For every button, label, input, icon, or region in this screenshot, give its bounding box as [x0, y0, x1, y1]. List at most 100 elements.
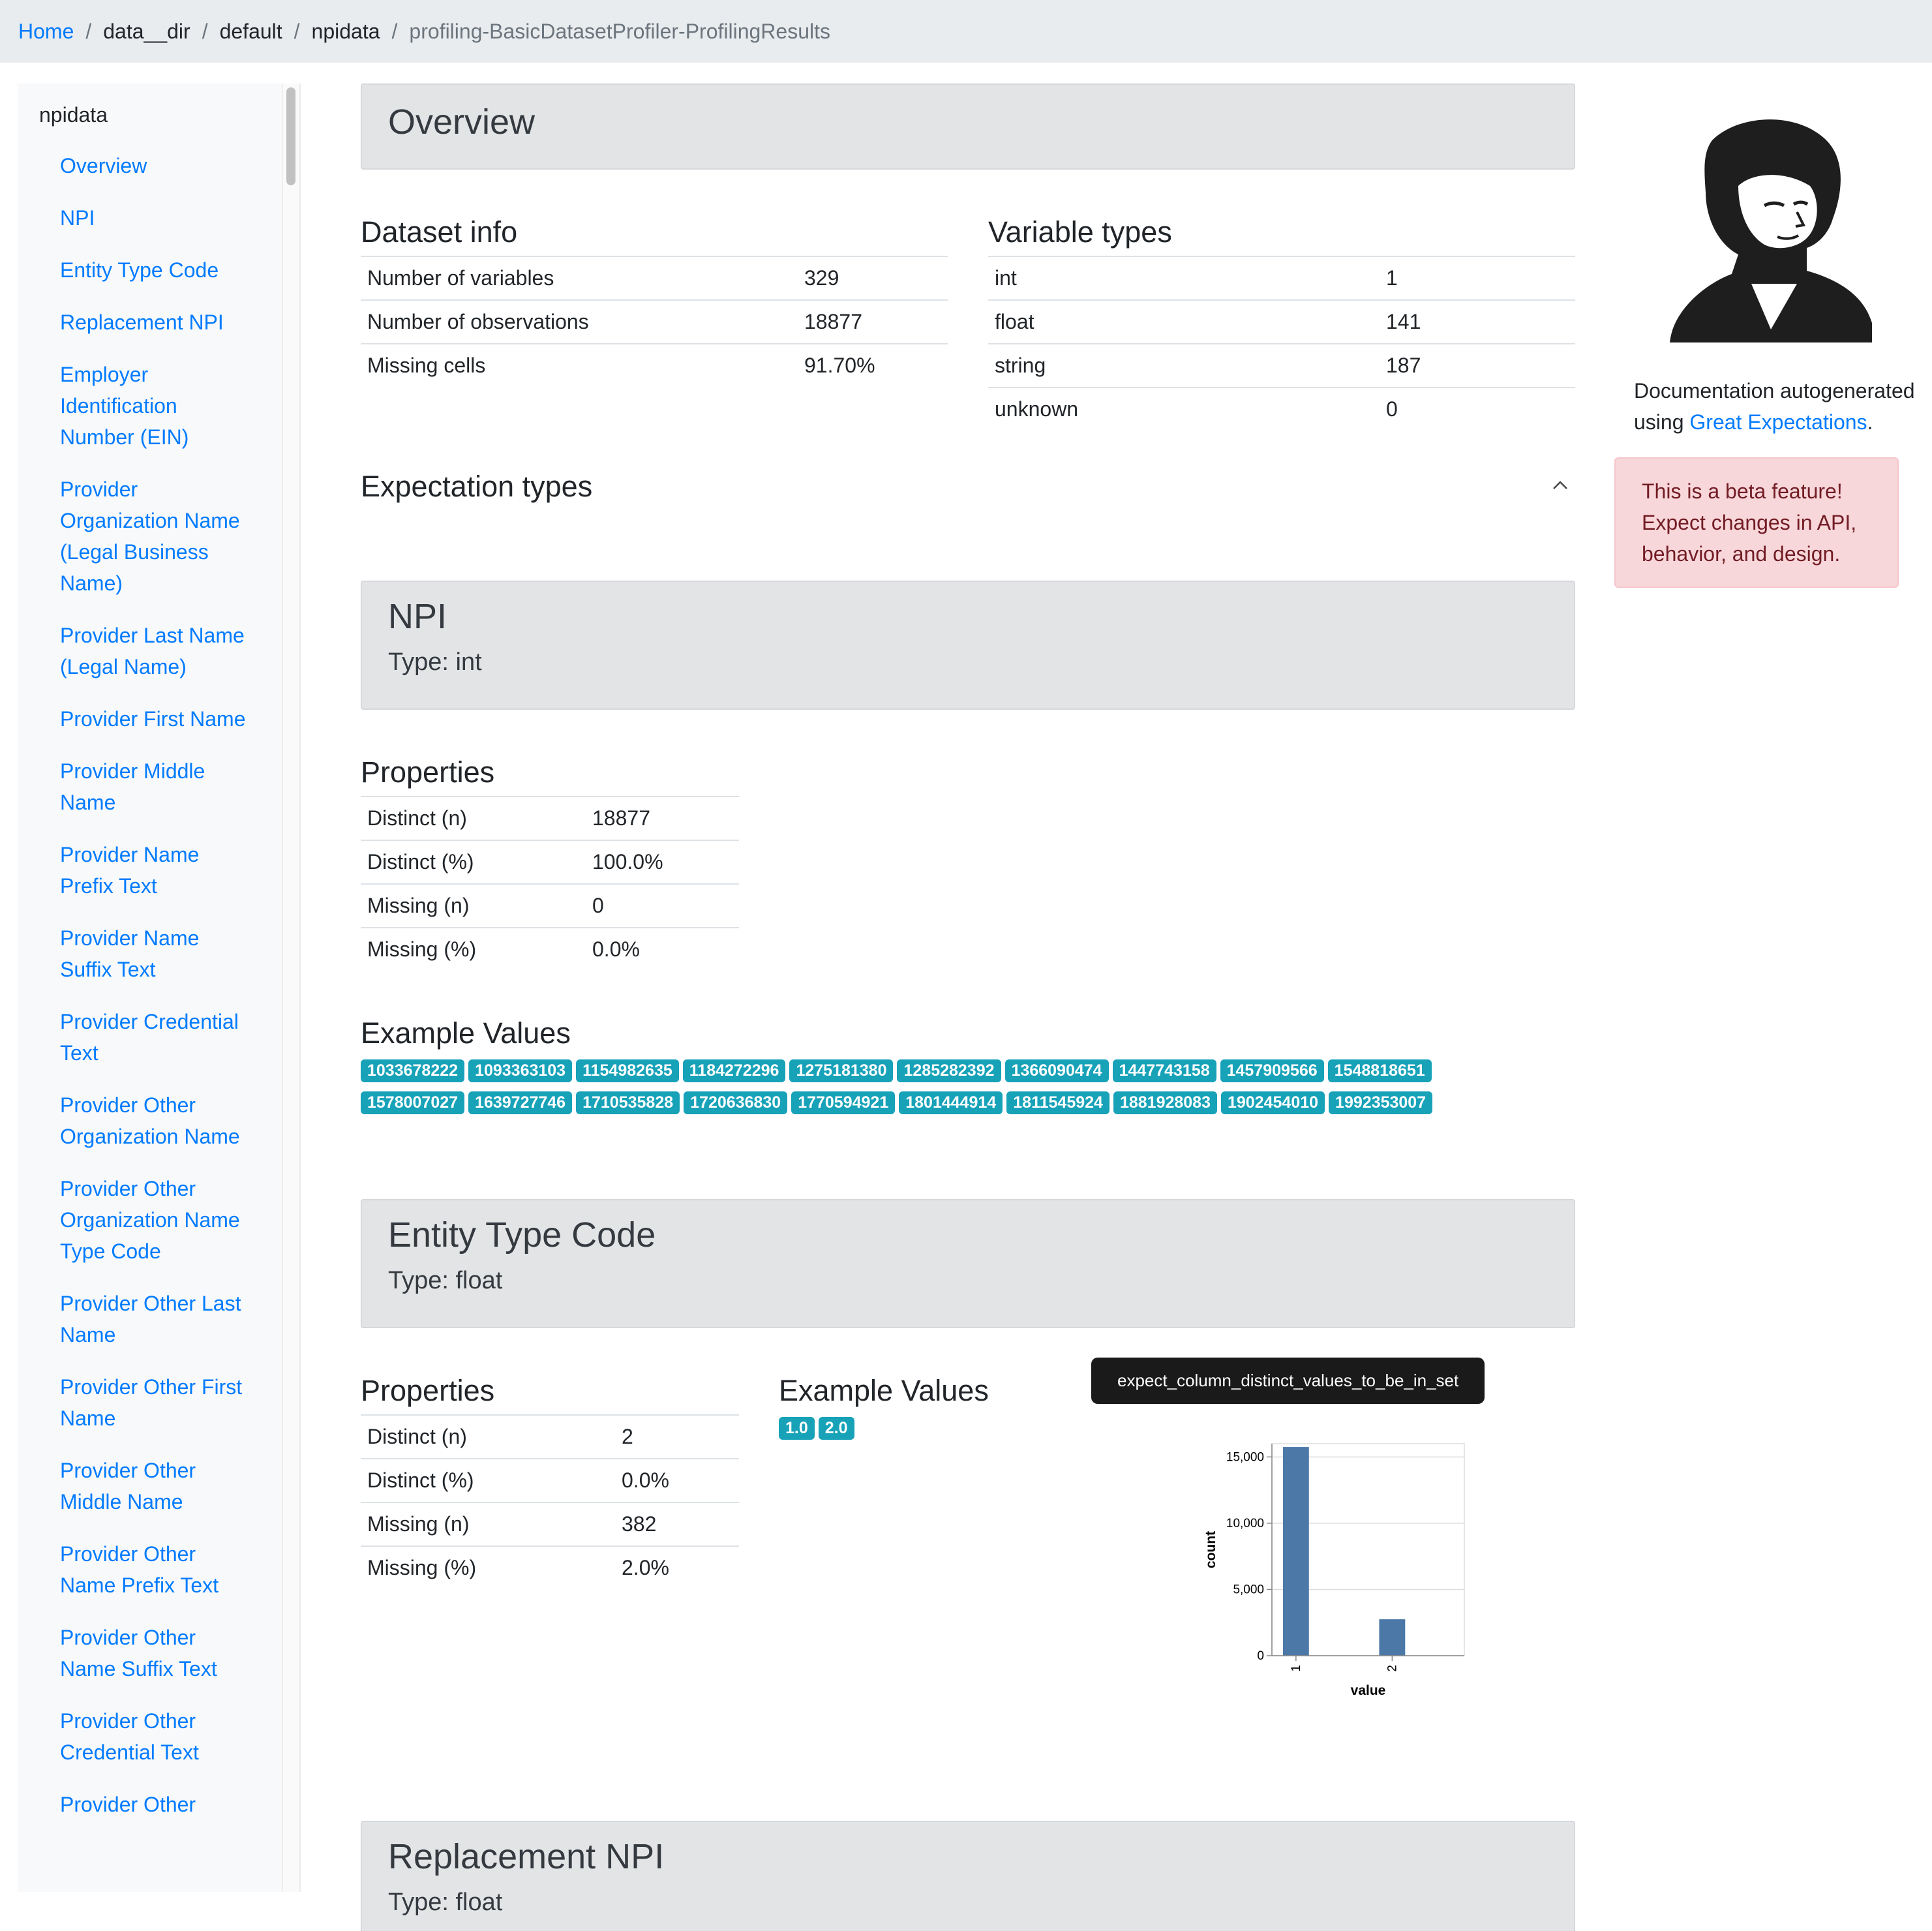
- entity-type-code-type: Type: float: [388, 1267, 503, 1294]
- sidebar-item-provider-other-credential[interactable]: Provider Other Credential Text: [60, 1709, 199, 1764]
- entity-type-code-body: Properties Distinct (n) 2 Distinct (%) 0.0…: [361, 1374, 1575, 1817]
- table-cell: 382: [615, 1502, 739, 1546]
- breadcrumb-separator: /: [202, 19, 208, 43]
- example-value-badge: 1154982635: [576, 1059, 679, 1082]
- table-cell: 0.0%: [586, 927, 739, 971]
- table-cell: int: [988, 256, 1380, 300]
- example-value-badge: 1578007027: [361, 1091, 465, 1114]
- example-value-badge: 1720636830: [684, 1091, 788, 1114]
- chart-y-tick-label: 0: [1257, 1649, 1264, 1663]
- sidebar-item-provider-other-name-prefix[interactable]: Provider Other Name Prefix Text: [60, 1542, 219, 1597]
- example-value-badge: 1639727746: [468, 1091, 573, 1114]
- sidebar-item-provider-other-org-name-type[interactable]: Provider Other Organization Name Type Co…: [60, 1177, 240, 1263]
- table-cell: 18877: [586, 796, 739, 840]
- chevron-up-icon[interactable]: [1552, 475, 1569, 496]
- example-value-badge: 1770594921: [791, 1091, 896, 1114]
- breadcrumb-npidata[interactable]: npidata: [312, 20, 380, 44]
- table-row: Missing (n) 0: [361, 883, 739, 928]
- sidebar-item-replacement-npi[interactable]: Replacement NPI: [60, 311, 224, 334]
- sidebar-item-npi[interactable]: NPI: [60, 206, 95, 230]
- chart-y-axis-title: count: [1203, 1531, 1218, 1568]
- entity-properties-section: Properties Distinct (n) 2 Distinct (%) 0.0…: [361, 1374, 739, 1589]
- table-row: Distinct (%) 0.0%: [361, 1458, 739, 1502]
- sidebar-item-provider-last-name[interactable]: Provider Last Name (Legal Name): [60, 624, 245, 678]
- replacement-npi-title: Replacement NPI: [388, 1837, 665, 1876]
- example-value-badge: 1548818651: [1327, 1059, 1432, 1082]
- example-value-badge: 1285282392: [897, 1059, 1001, 1082]
- sidebar-item-provider-other-org-name[interactable]: Provider Other Organization Name: [60, 1093, 240, 1148]
- table-cell: 187: [1380, 343, 1575, 388]
- chart-y-tick-label: 10,000: [1226, 1517, 1264, 1530]
- chart-y-tick-label: 5,000: [1233, 1583, 1264, 1596]
- example-value-badge: 1992353007: [1329, 1091, 1433, 1114]
- sidebar-list: Overview NPI Entity Type Code Replacemen…: [60, 150, 256, 1841]
- entity-example-values-section: Example Values 1.0 2.0: [779, 1374, 1144, 1446]
- sidebar-item-provider-other-middle-name[interactable]: Provider Other Middle Name: [60, 1459, 196, 1513]
- table-cell: float: [988, 299, 1380, 344]
- entity-value-counts-section: Value Counts 05,00010,00015,00012valueco…: [1197, 1374, 1575, 1707]
- sidebar-item-provider-organization-name[interactable]: Provider Organization Name (Legal Busine…: [60, 478, 240, 595]
- table-cell: string: [988, 343, 1380, 388]
- sidebar-item-overview[interactable]: Overview: [60, 154, 147, 177]
- documentation-note: Documentation autogenerated using Great …: [1634, 375, 1918, 438]
- sidebar-item-provider-name-prefix[interactable]: Provider Name Prefix Text: [60, 843, 199, 898]
- sidebar-nav: npidata Overview NPI Entity Type Code Re…: [18, 84, 301, 1892]
- breadcrumb-data-dir[interactable]: data__dir: [103, 20, 190, 44]
- sidebar-scrollbar-thumb[interactable]: [286, 87, 295, 185]
- table-row: Missing (%) 2.0%: [361, 1545, 739, 1589]
- breadcrumb: Home / data__dir / default / npidata / p…: [0, 0, 1932, 63]
- npi-title: NPI: [388, 597, 447, 636]
- sidebar-item-provider-first-name[interactable]: Provider First Name: [60, 707, 246, 731]
- great-expectations-link[interactable]: Great Expectations: [1689, 410, 1867, 434]
- sidebar-item-ein[interactable]: Employer Identification Number (EIN): [60, 363, 189, 449]
- chart-bar: [1282, 1447, 1309, 1656]
- breadcrumb-home[interactable]: Home: [18, 20, 74, 44]
- example-value-badge: 1447743158: [1112, 1059, 1216, 1082]
- example-value-badge: 1366090474: [1004, 1059, 1109, 1082]
- entity-example-values-heading: Example Values: [779, 1374, 989, 1407]
- table-cell: 2: [615, 1414, 739, 1459]
- sidebar-item-entity-type-code[interactable]: Entity Type Code: [60, 258, 219, 282]
- value-counts-chart[interactable]: 0 5,000 10,000 15,000 1 2 value count: [1197, 1414, 1523, 1701]
- breadcrumb-separator: /: [294, 19, 300, 43]
- dataset-info-heading: Dataset info: [361, 215, 518, 249]
- replacement-npi-header: Replacement NPI Type: float: [361, 1821, 1575, 1931]
- sidebar-item-provider-other-truncated[interactable]: Provider Other: [60, 1793, 196, 1816]
- table-row: Distinct (n) 2: [361, 1414, 739, 1459]
- table-row: int 1: [988, 256, 1575, 300]
- entity-properties-table: Distinct (n) 2 Distinct (%) 0.0% Missing (…: [361, 1414, 739, 1589]
- expectation-types-heading[interactable]: Expectation types: [361, 470, 1575, 504]
- table-cell: Distinct (%): [361, 840, 586, 884]
- table-cell: Missing (%): [361, 927, 586, 971]
- breadcrumb-separator: /: [85, 19, 92, 43]
- sidebar-item-provider-other-name-suffix[interactable]: Provider Other Name Suffix Text: [60, 1626, 217, 1680]
- example-value-badge: 1184272296: [682, 1059, 786, 1082]
- npi-properties-table: Distinct (n) 18877 Distinct (%) 100.0% Mis…: [361, 796, 739, 971]
- expectation-types-row[interactable]: Expectation types: [361, 470, 1575, 509]
- sidebar-item-provider-middle-name[interactable]: Provider Middle Name: [60, 759, 205, 814]
- documentation-period: .: [1867, 410, 1873, 434]
- example-value-badge: 1093363103: [468, 1059, 573, 1082]
- sidebar-item-provider-name-suffix[interactable]: Provider Name Suffix Text: [60, 926, 199, 981]
- overview-tables: Dataset info Number of variables 329 Numb…: [361, 215, 1575, 431]
- sidebar-item-provider-other-first-name[interactable]: Provider Other First Name: [60, 1375, 242, 1430]
- sidebar-item-provider-other-last-name[interactable]: Provider Other Last Name: [60, 1292, 241, 1346]
- table-cell: Missing cells: [361, 343, 798, 387]
- example-value-badge: 1811545924: [1006, 1091, 1109, 1114]
- table-cell: unknown: [988, 387, 1380, 431]
- npi-example-values-section: Example Values 1033678222 1093363103 11549…: [361, 1016, 1575, 1121]
- table-cell: 18877: [798, 299, 948, 344]
- sidebar-item-provider-credential[interactable]: Provider Credential Text: [60, 1010, 239, 1065]
- table-cell: Distinct (n): [361, 1414, 615, 1459]
- example-value-badge: 1801444914: [899, 1091, 1003, 1114]
- table-row: Distinct (n) 18877: [361, 796, 739, 840]
- table-row: Missing (n) 382: [361, 1502, 739, 1546]
- sidebar-scrollbar[interactable]: [282, 84, 299, 1892]
- great-expectations-logo: [1667, 114, 1875, 342]
- breadcrumb-default[interactable]: default: [220, 20, 282, 44]
- example-value-badge: 1902454010: [1221, 1091, 1325, 1114]
- right-column: Documentation autogenerated using Great …: [1614, 114, 1918, 588]
- table-cell: 0: [1380, 387, 1575, 431]
- variable-types-heading: Variable types: [988, 215, 1172, 249]
- example-value-badge: 1881928083: [1113, 1091, 1217, 1114]
